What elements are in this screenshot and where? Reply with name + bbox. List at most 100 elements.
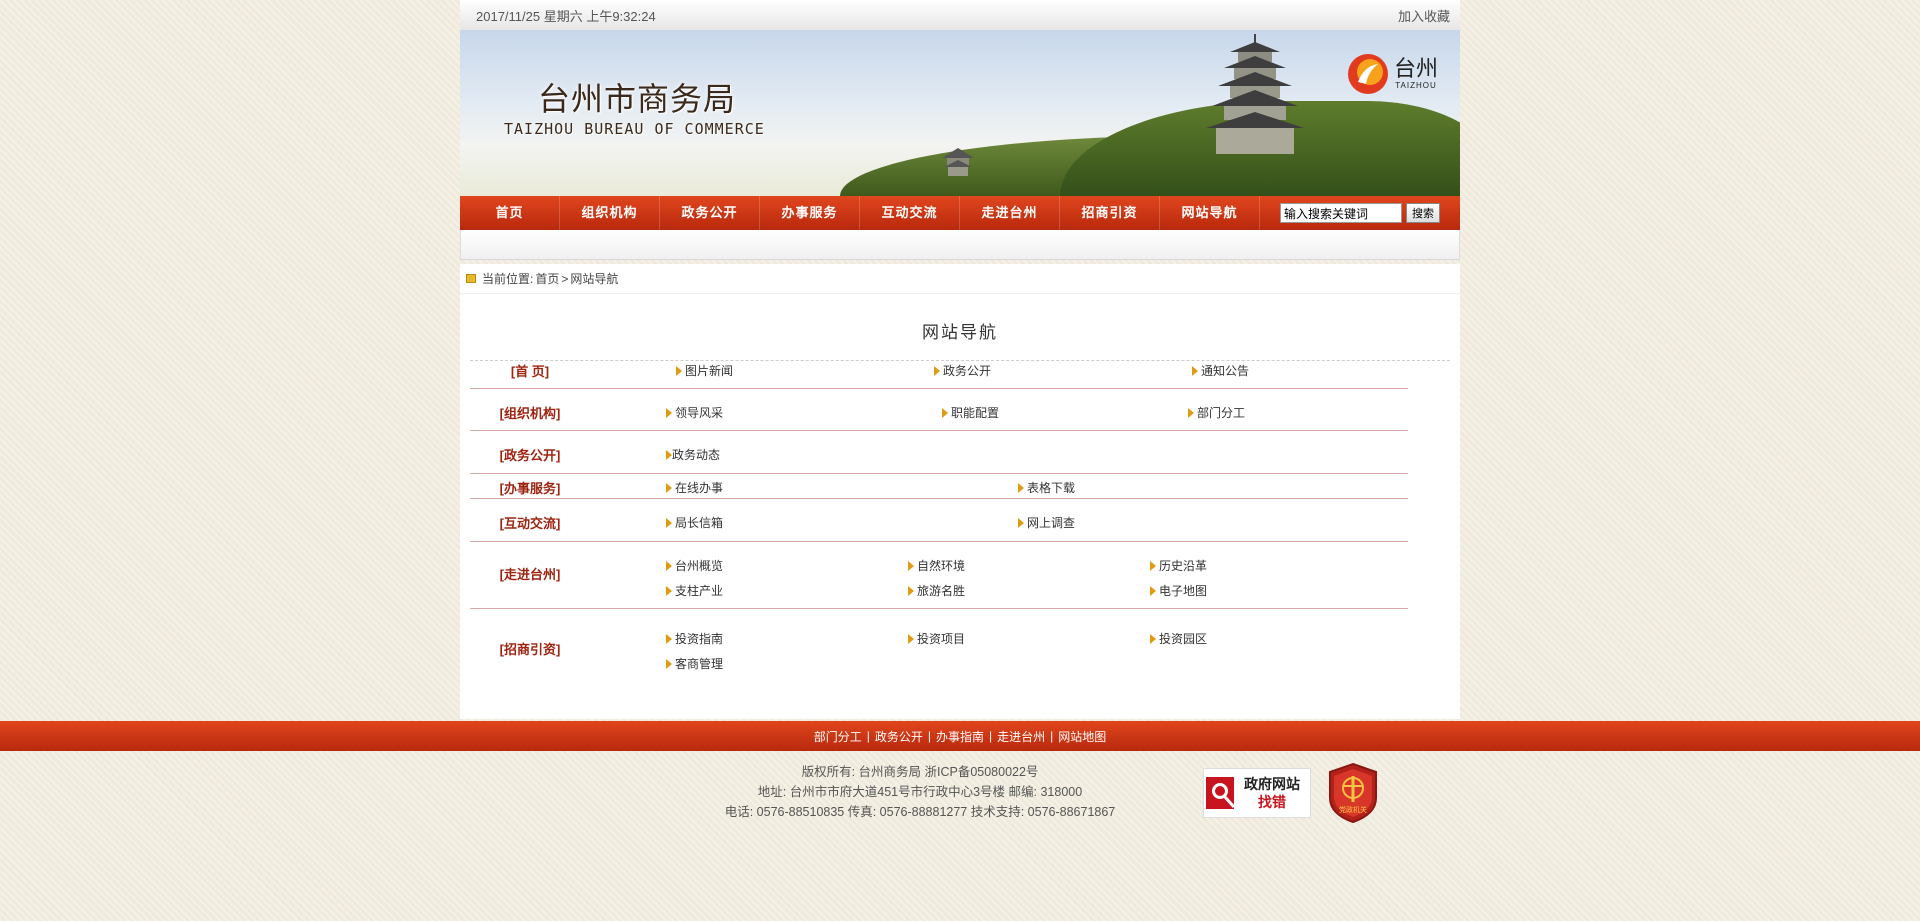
logo-text-cn: 台州 <box>1394 56 1439 82</box>
sitemap-link-history[interactable]: 历史沿革 <box>1150 557 1207 574</box>
sitemap-link-photo-news[interactable]: 图片新闻 <box>676 362 733 379</box>
sitemap-row-investment: [招商引资] 投资指南 投资项目 投资园区 客商管理 <box>470 609 1408 677</box>
breadcrumb-separator: > <box>561 271 569 286</box>
arrow-right-icon <box>908 586 914 596</box>
sitemap-link-investment-guide[interactable]: 投资指南 <box>666 630 723 647</box>
footer-link-service-guide[interactable]: 办事指南 <box>936 728 984 745</box>
nav-about-taizhou[interactable]: 走进台州 <box>960 196 1060 230</box>
sitemap-link-departments[interactable]: 部门分工 <box>1188 404 1245 421</box>
sitemap-link-gov-affairs[interactable]: 政务公开 <box>934 362 991 379</box>
footer-separator: | <box>866 729 870 743</box>
sitemap-category-about-taizhou: [走进台州] <box>499 567 561 582</box>
gov-site-error-report-badge[interactable]: 政府网站 找错 <box>1203 768 1311 818</box>
sitemap-row-interaction: [互动交流] 局长信箱 网上调查 <box>470 499 1408 542</box>
page-wrapper: 2017/11/25 星期六 上午9:32:24 加入收藏 台州市商务局 TAI… <box>460 0 1460 719</box>
footer-separator: | <box>927 729 931 743</box>
sitemap-link-online-services[interactable]: 在线办事 <box>666 479 723 496</box>
sitemap-link-gov-news[interactable]: 政务动态 <box>666 446 720 463</box>
datetime-text: 2017/11/25 星期六 上午9:32:24 <box>476 8 656 24</box>
site-title-cn: 台州市商务局 <box>538 80 737 118</box>
sitemap-link-attractions[interactable]: 旅游名胜 <box>908 582 965 599</box>
city-logo-icon <box>1348 54 1388 94</box>
top-bar: 2017/11/25 星期六 上午9:32:24 加入收藏 <box>460 0 1460 30</box>
sitemap-link-online-survey[interactable]: 网上调查 <box>1018 514 1075 531</box>
search-button[interactable]: 搜索 <box>1406 203 1440 223</box>
search-input[interactable] <box>1280 203 1402 223</box>
arrow-right-icon <box>1150 586 1156 596</box>
sitemap-link-director-mailbox[interactable]: 局长信箱 <box>666 514 723 531</box>
sitemap-link-leaders[interactable]: 领导风采 <box>666 404 723 421</box>
footer-separator: | <box>989 729 993 743</box>
footer-link-gov-affairs[interactable]: 政务公开 <box>875 728 923 745</box>
city-logo: 台州 TAIZHOU <box>1346 52 1438 96</box>
party-gov-agency-badge[interactable]: 党政机关 <box>1326 762 1380 824</box>
footer-link-about-taizhou[interactable]: 走进台州 <box>997 728 1045 745</box>
footer-link-site-map[interactable]: 网站地图 <box>1058 728 1106 745</box>
arrow-right-icon <box>666 408 672 418</box>
main-content: 当前位置: 首页 > 网站导航 网站导航 [首 页] 图片新闻 政务公开 通知公… <box>460 264 1460 719</box>
breadcrumb-icon <box>466 274 476 283</box>
badge-title: 政府网站 <box>1244 776 1300 792</box>
sitemap-row-home: [首 页] 图片新闻 政务公开 通知公告 <box>470 347 1408 389</box>
badge-subtitle: 找错 <box>1258 794 1286 810</box>
sitemap-link-investment-parks[interactable]: 投资园区 <box>1150 630 1207 647</box>
arrow-right-icon <box>908 634 914 644</box>
small-pavilion-image <box>942 148 974 176</box>
nav-organization[interactable]: 组织机构 <box>560 196 660 230</box>
nav-site-map[interactable]: 网站导航 <box>1160 196 1260 230</box>
arrow-right-icon <box>666 634 672 644</box>
breadcrumb-home-link[interactable]: 首页 <box>535 270 559 287</box>
arrow-right-icon <box>676 366 682 376</box>
arrow-right-icon <box>1018 483 1024 493</box>
add-bookmark-link[interactable]: 加入收藏 <box>1398 6 1450 25</box>
footer-link-departments[interactable]: 部门分工 <box>814 728 862 745</box>
sitemap-category-home: [首 页] <box>510 364 550 379</box>
footer-address: 地址: 台州市市府大道451号市行政中心3号楼 邮编: 318000 <box>757 785 1083 799</box>
site-title-en: TAIZHOU BUREAU OF COMMERCE <box>504 120 765 138</box>
nav-investment[interactable]: 招商引资 <box>1060 196 1160 230</box>
arrow-right-icon <box>1188 408 1194 418</box>
arrow-right-icon <box>1150 561 1156 571</box>
nav-interaction[interactable]: 互动交流 <box>860 196 960 230</box>
header-banner: 台州市商务局 TAIZHOU BUREAU OF COMMERCE 台州 TAI… <box>460 30 1460 196</box>
nav-home[interactable]: 首页 <box>460 196 560 230</box>
sitemap-category-investment: [招商引资] <box>499 642 561 657</box>
search-area: 搜索 <box>1280 203 1440 223</box>
arrow-right-icon <box>934 366 940 376</box>
sitemap-link-environment[interactable]: 自然环境 <box>908 557 965 574</box>
sitemap-category-organization: [组织机构] <box>499 406 561 421</box>
sitemap-link-overview[interactable]: 台州概览 <box>666 557 723 574</box>
sitemap-link-merchant-management[interactable]: 客商管理 <box>666 655 723 672</box>
sitemap-link-notices[interactable]: 通知公告 <box>1192 362 1249 379</box>
main-nav: 首页 组织机构 政务公开 办事服务 互动交流 走进台州 招商引资 网站导航 搜索 <box>460 196 1460 230</box>
arrow-right-icon <box>942 408 948 418</box>
sitemap-link-map[interactable]: 电子地图 <box>1150 582 1207 599</box>
sitemap-link-industries[interactable]: 支柱产业 <box>666 582 723 599</box>
footer-separator: | <box>1050 729 1054 743</box>
pagoda-image <box>1206 34 1304 154</box>
footer-contact: 电话: 0576-88510835 传真: 0576-88881277 技术支持… <box>724 805 1116 819</box>
sitemap-category-gov-affairs: [政务公开] <box>499 448 561 463</box>
sitemap-row-organization: [组织机构] 领导风采 职能配置 部门分工 <box>470 389 1408 431</box>
sitemap-row-gov-affairs: [政务公开] 政务动态 <box>470 431 1408 473</box>
breadcrumb-prefix: 当前位置: <box>482 272 534 286</box>
sitemap-row-services: [办事服务] 在线办事 表格下载 <box>470 473 1408 499</box>
arrow-right-icon <box>1150 634 1156 644</box>
badge2-label: 党政机关 <box>1339 805 1367 814</box>
footer-info: 版权所有: 台州商务局 浙ICP备05080022号 地址: 台州市市府大道45… <box>0 762 1920 822</box>
arrow-right-icon <box>908 561 914 571</box>
arrow-right-icon <box>666 483 672 493</box>
sitemap-link-form-download[interactable]: 表格下载 <box>1018 479 1075 496</box>
breadcrumb-current: 网站导航 <box>570 272 619 286</box>
sitemap-row-about-taizhou: [走进台州] 台州概览 自然环境 历史沿革 支柱产业 旅游名胜 电子地图 <box>470 542 1408 609</box>
sitemap-link-functions[interactable]: 职能配置 <box>942 404 999 421</box>
nav-government-affairs[interactable]: 政务公开 <box>660 196 760 230</box>
arrow-right-icon <box>666 659 672 669</box>
footer-copyright: 版权所有: 台州商务局 浙ICP备05080022号 <box>801 765 1039 779</box>
sitemap-link-investment-projects[interactable]: 投资项目 <box>908 630 965 647</box>
arrow-right-icon <box>1018 518 1024 528</box>
breadcrumb: 当前位置: 首页 > 网站导航 <box>460 264 1460 294</box>
sitemap-category-interaction: [互动交流] <box>499 516 561 531</box>
arrow-right-icon <box>666 561 672 571</box>
nav-services[interactable]: 办事服务 <box>760 196 860 230</box>
